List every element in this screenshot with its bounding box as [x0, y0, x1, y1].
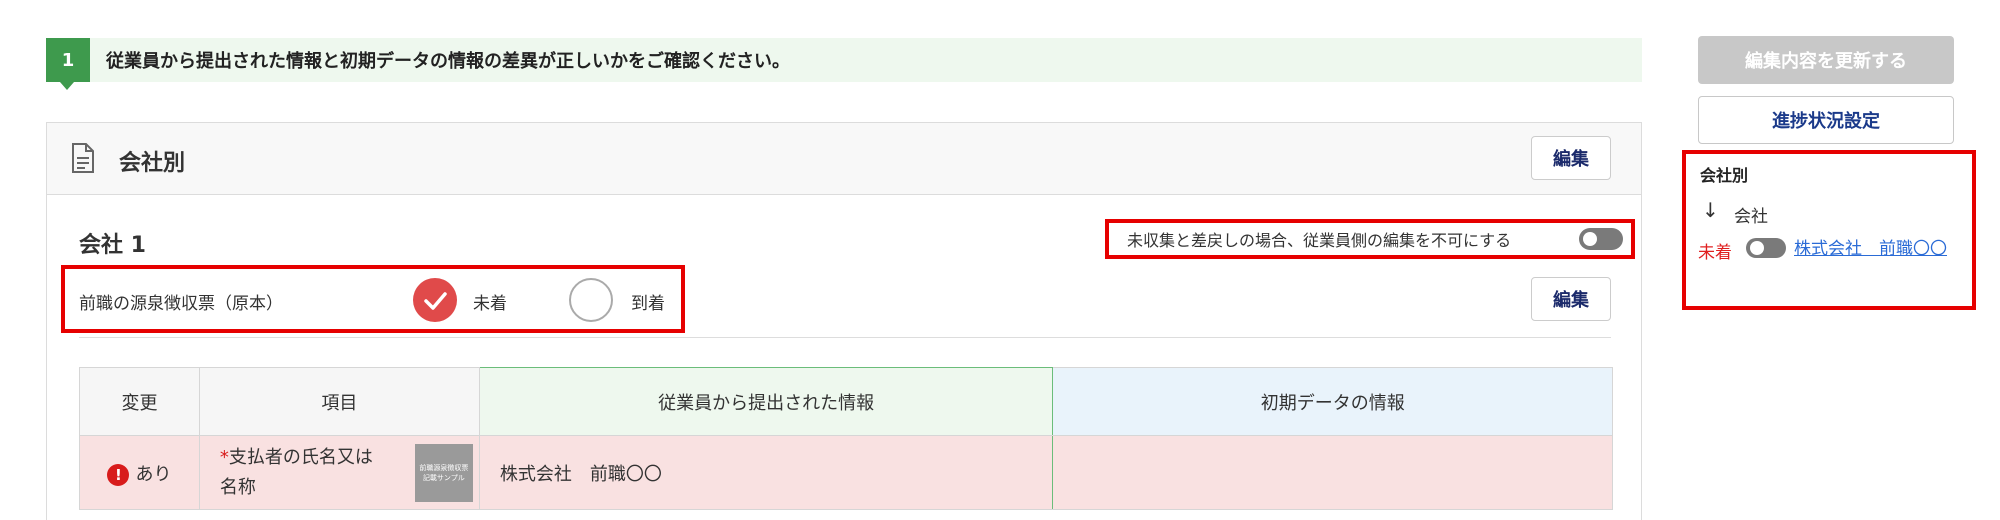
item-cell: *支払者の氏名又は名称 前職源泉徴収票 記載サンプル: [198, 435, 480, 510]
step-banner: 1 従業員から提出された情報と初期データの情報の差異が正しいかをご確認ください。: [46, 38, 1642, 90]
table-row: ! あり *支払者の氏名又は名称 前職源泉徴収票 記載サンプル 株式会社 前職〇〇: [79, 435, 1613, 510]
company-card: 会社別 編集 会社 1 未収集と差戻しの場合、従業員側の編集を不可にする 前職の…: [46, 122, 1642, 520]
step-number: 1: [46, 38, 90, 90]
header-edit-button[interactable]: 編集: [1531, 136, 1611, 180]
edit-lock-toggle[interactable]: [1579, 228, 1623, 250]
error-icon: !: [107, 463, 130, 486]
card-header: 会社別 編集: [47, 123, 1641, 195]
side-company-label: 会社: [1734, 207, 1768, 227]
document-icon: [72, 143, 94, 173]
header-initial-info: 初期データの情報: [1052, 367, 1613, 436]
header-employee-info: 従業員から提出された情報: [478, 367, 1054, 436]
header-item: 項目: [198, 367, 480, 436]
comparison-table: 変更 項目 従業員から提出された情報 初期データの情報 ! あり *支払者の氏名又…: [79, 367, 1613, 510]
section-edit-button[interactable]: 編集: [1531, 277, 1611, 321]
edit-lock-toggle-row: 未収集と差戻しの場合、従業員側の編集を不可にする: [1105, 219, 1635, 259]
radio-not-arrived[interactable]: [413, 278, 457, 322]
edit-lock-label: 未収集と差戻しの場合、従業員側の編集を不可にする: [1127, 231, 1512, 250]
radio-label-arrived: 到着: [631, 294, 665, 314]
side-status-text: 未着: [1698, 243, 1732, 263]
divider: [79, 337, 1611, 338]
radio-label-not-arrived: 未着: [473, 294, 507, 314]
item-label: 支払者の氏名又は名称: [219, 446, 373, 498]
step-instruction: 従業員から提出された情報と初期データの情報の差異が正しいかをご確認ください。: [106, 51, 790, 72]
initial-value-cell: [1052, 435, 1613, 510]
change-value: あり: [135, 463, 172, 485]
item-name: *支払者の氏名又は名称: [220, 443, 390, 503]
card-title: 会社別: [119, 151, 186, 176]
sample-thumbnail[interactable]: 前職源泉徴収票 記載サンプル: [414, 444, 473, 502]
change-cell: ! あり: [79, 435, 200, 510]
side-status-toggle[interactable]: [1746, 238, 1786, 258]
side-status-panel: 会社別 ↓ 会社 未着 株式会社 前職〇〇: [1682, 150, 1976, 310]
update-edits-button[interactable]: 編集内容を更新する: [1698, 36, 1954, 84]
document-label: 前職の源泉徴収票（原本）: [79, 294, 283, 314]
required-mark: *: [219, 446, 229, 468]
employee-value-cell: 株式会社 前職〇〇: [478, 435, 1054, 510]
check-icon: [424, 292, 447, 310]
header-change: 変更: [79, 367, 200, 436]
company-title: 会社 1: [79, 233, 146, 258]
side-company-link[interactable]: 株式会社 前職〇〇: [1794, 236, 1964, 263]
progress-settings-button[interactable]: 進捗状況設定: [1698, 96, 1954, 144]
radio-arrived[interactable]: [569, 278, 613, 322]
document-status-row: 前職の源泉徴収票（原本） 未着 到着: [61, 265, 685, 333]
arrow-down-icon: ↓: [1702, 198, 1719, 222]
side-panel-title: 会社別: [1700, 166, 1749, 185]
